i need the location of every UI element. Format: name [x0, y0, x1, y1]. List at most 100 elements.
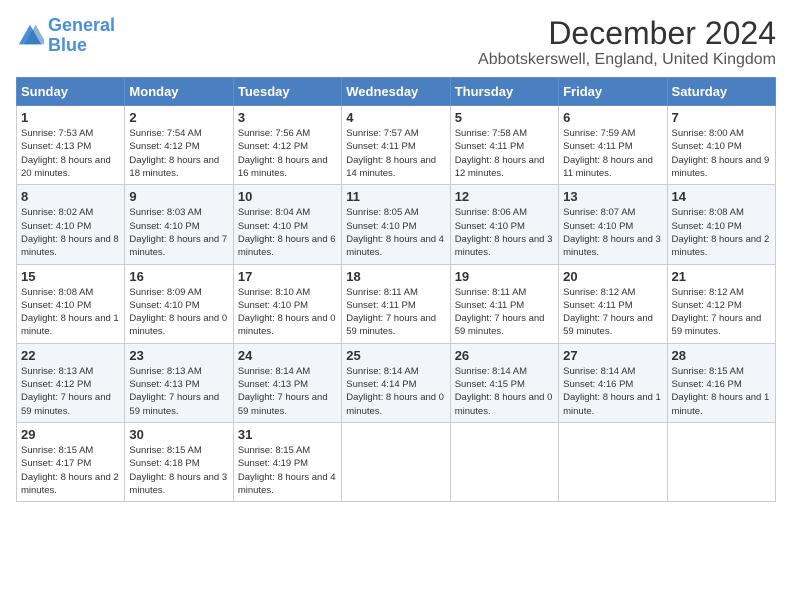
calendar-cell: 19Sunrise: 8:11 AMSunset: 4:11 PMDayligh… — [450, 264, 558, 343]
cell-content: Sunrise: 8:15 AMSunset: 4:19 PMDaylight:… — [238, 444, 337, 497]
calendar-cell: 7Sunrise: 8:00 AMSunset: 4:10 PMDaylight… — [667, 106, 775, 185]
calendar-cell: 17Sunrise: 8:10 AMSunset: 4:10 PMDayligh… — [233, 264, 341, 343]
calendar-cell — [342, 422, 450, 501]
cell-content: Sunrise: 8:11 AMSunset: 4:11 PMDaylight:… — [346, 286, 445, 339]
cell-content: Sunrise: 8:12 AMSunset: 4:12 PMDaylight:… — [672, 286, 771, 339]
calendar-cell: 24 Sunrise: 8:14 AMSunset: 4:13 PMDayligh… — [233, 343, 341, 422]
day-number: 18 — [346, 269, 445, 284]
calendar-cell: 15 Sunrise: 8:08 AMSunset: 4:10 PMDayligh… — [17, 264, 125, 343]
day-number: 1 — [21, 110, 120, 125]
calendar-cell — [667, 422, 775, 501]
calendar-cell: 13Sunrise: 8:07 AMSunset: 4:10 PMDayligh… — [559, 185, 667, 264]
calendar-cell: 25 Sunrise: 8:14 AMSunset: 4:14 PMDayligh… — [342, 343, 450, 422]
title-block: December 2024 Abbotskerswell, England, U… — [478, 16, 776, 69]
calendar-cell: 12Sunrise: 8:06 AMSunset: 4:10 PMDayligh… — [450, 185, 558, 264]
day-number: 20 — [563, 269, 662, 284]
calendar-cell: 2Sunrise: 7:54 AMSunset: 4:12 PMDaylight… — [125, 106, 233, 185]
day-number: 4 — [346, 110, 445, 125]
day-number: 11 — [346, 189, 445, 204]
header-row: Sunday Monday Tuesday Wednesday Thursday… — [17, 78, 776, 106]
calendar-cell: 14 Sunrise: 8:08 AMSunset: 4:10 PMDayligh… — [667, 185, 775, 264]
calendar-table: Sunday Monday Tuesday Wednesday Thursday… — [16, 77, 776, 502]
day-number: 23 — [129, 348, 228, 363]
calendar-cell: 20 Sunrise: 8:12 AMSunset: 4:11 PMDayligh… — [559, 264, 667, 343]
cell-content: Sunrise: 8:13 AMSunset: 4:13 PMDaylight:… — [129, 365, 228, 418]
day-number: 25 — [346, 348, 445, 363]
cell-content: Sunrise: 7:57 AMSunset: 4:11 PMDaylight:… — [346, 127, 445, 180]
day-number: 13 — [563, 189, 662, 204]
logo-text: General Blue — [48, 16, 115, 56]
cell-content: Sunrise: 8:11 AMSunset: 4:11 PMDaylight:… — [455, 286, 554, 339]
calendar-cell: 18 Sunrise: 8:11 AMSunset: 4:11 PMDayligh… — [342, 264, 450, 343]
calendar-cell — [559, 422, 667, 501]
calendar-cell: 3 Sunrise: 7:56 AMSunset: 4:12 PMDaylight… — [233, 106, 341, 185]
cell-content: Sunrise: 8:02 AMSunset: 4:10 PMDaylight:… — [21, 206, 120, 259]
cell-content: Sunrise: 7:59 AMSunset: 4:11 PMDaylight:… — [563, 127, 662, 180]
day-number: 3 — [238, 110, 337, 125]
col-saturday: Saturday — [667, 78, 775, 106]
cell-content: Sunrise: 8:13 AMSunset: 4:12 PMDaylight:… — [21, 365, 120, 418]
cell-content: Sunrise: 7:56 AMSunset: 4:12 PMDaylight:… — [238, 127, 337, 180]
cell-content: Sunrise: 8:10 AMSunset: 4:10 PMDaylight:… — [238, 286, 337, 339]
day-number: 6 — [563, 110, 662, 125]
day-number: 14 — [672, 189, 771, 204]
cell-content: Sunrise: 8:14 AMSunset: 4:16 PMDaylight:… — [563, 365, 662, 418]
page: General Blue December 2024 Abbotskerswel… — [0, 0, 792, 512]
day-number: 5 — [455, 110, 554, 125]
day-number: 7 — [672, 110, 771, 125]
col-wednesday: Wednesday — [342, 78, 450, 106]
cell-content: Sunrise: 7:53 AMSunset: 4:13 PMDaylight:… — [21, 127, 120, 180]
calendar-cell: 29Sunrise: 8:15 AMSunset: 4:17 PMDayligh… — [17, 422, 125, 501]
calendar-cell: 16 Sunrise: 8:09 AMSunset: 4:10 PMDayligh… — [125, 264, 233, 343]
cell-content: Sunrise: 8:06 AMSunset: 4:10 PMDaylight:… — [455, 206, 554, 259]
day-number: 31 — [238, 427, 337, 442]
cell-content: Sunrise: 8:15 AMSunset: 4:18 PMDaylight:… — [129, 444, 228, 497]
cell-content: Sunrise: 8:14 AMSunset: 4:13 PMDaylight:… — [238, 365, 337, 418]
calendar-cell: 27 Sunrise: 8:14 AMSunset: 4:16 PMDayligh… — [559, 343, 667, 422]
calendar-week-row: 22Sunrise: 8:13 AMSunset: 4:12 PMDayligh… — [17, 343, 776, 422]
logo-icon — [16, 22, 44, 50]
calendar-cell: 8 Sunrise: 8:02 AMSunset: 4:10 PMDaylight… — [17, 185, 125, 264]
day-number: 10 — [238, 189, 337, 204]
logo: General Blue — [16, 16, 115, 56]
calendar-week-row: 1 Sunrise: 7:53 AMSunset: 4:13 PMDaylight… — [17, 106, 776, 185]
calendar-week-row: 8 Sunrise: 8:02 AMSunset: 4:10 PMDaylight… — [17, 185, 776, 264]
cell-content: Sunrise: 8:15 AMSunset: 4:16 PMDaylight:… — [672, 365, 771, 418]
day-number: 16 — [129, 269, 228, 284]
calendar-cell: 21 Sunrise: 8:12 AMSunset: 4:12 PMDayligh… — [667, 264, 775, 343]
calendar-cell — [450, 422, 558, 501]
cell-content: Sunrise: 8:08 AMSunset: 4:10 PMDaylight:… — [672, 206, 771, 259]
cell-content: Sunrise: 8:14 AMSunset: 4:14 PMDaylight:… — [346, 365, 445, 418]
day-number: 30 — [129, 427, 228, 442]
cell-content: Sunrise: 8:12 AMSunset: 4:11 PMDaylight:… — [563, 286, 662, 339]
col-thursday: Thursday — [450, 78, 558, 106]
day-number: 24 — [238, 348, 337, 363]
month-year-title: December 2024 — [478, 16, 776, 51]
header: General Blue December 2024 Abbotskerswel… — [16, 16, 776, 69]
calendar-cell: 11 Sunrise: 8:05 AMSunset: 4:10 PMDayligh… — [342, 185, 450, 264]
calendar-cell: 22Sunrise: 8:13 AMSunset: 4:12 PMDayligh… — [17, 343, 125, 422]
calendar-cell: 10Sunrise: 8:04 AMSunset: 4:10 PMDayligh… — [233, 185, 341, 264]
calendar-cell: 23 Sunrise: 8:13 AMSunset: 4:13 PMDayligh… — [125, 343, 233, 422]
calendar-cell: 9Sunrise: 8:03 AMSunset: 4:10 PMDaylight… — [125, 185, 233, 264]
calendar-week-row: 29Sunrise: 8:15 AMSunset: 4:17 PMDayligh… — [17, 422, 776, 501]
calendar-cell: 28 Sunrise: 8:15 AMSunset: 4:16 PMDayligh… — [667, 343, 775, 422]
day-number: 8 — [21, 189, 120, 204]
col-friday: Friday — [559, 78, 667, 106]
day-number: 21 — [672, 269, 771, 284]
day-number: 29 — [21, 427, 120, 442]
calendar-cell: 6 Sunrise: 7:59 AMSunset: 4:11 PMDaylight… — [559, 106, 667, 185]
day-number: 26 — [455, 348, 554, 363]
day-number: 27 — [563, 348, 662, 363]
cell-content: Sunrise: 8:09 AMSunset: 4:10 PMDaylight:… — [129, 286, 228, 339]
col-sunday: Sunday — [17, 78, 125, 106]
cell-content: Sunrise: 8:05 AMSunset: 4:10 PMDaylight:… — [346, 206, 445, 259]
col-monday: Monday — [125, 78, 233, 106]
day-number: 15 — [21, 269, 120, 284]
calendar-cell: 31 Sunrise: 8:15 AMSunset: 4:19 PMDayligh… — [233, 422, 341, 501]
day-number: 2 — [129, 110, 228, 125]
cell-content: Sunrise: 8:08 AMSunset: 4:10 PMDaylight:… — [21, 286, 120, 339]
calendar-week-row: 15 Sunrise: 8:08 AMSunset: 4:10 PMDayligh… — [17, 264, 776, 343]
calendar-cell: 4 Sunrise: 7:57 AMSunset: 4:11 PMDaylight… — [342, 106, 450, 185]
day-number: 28 — [672, 348, 771, 363]
